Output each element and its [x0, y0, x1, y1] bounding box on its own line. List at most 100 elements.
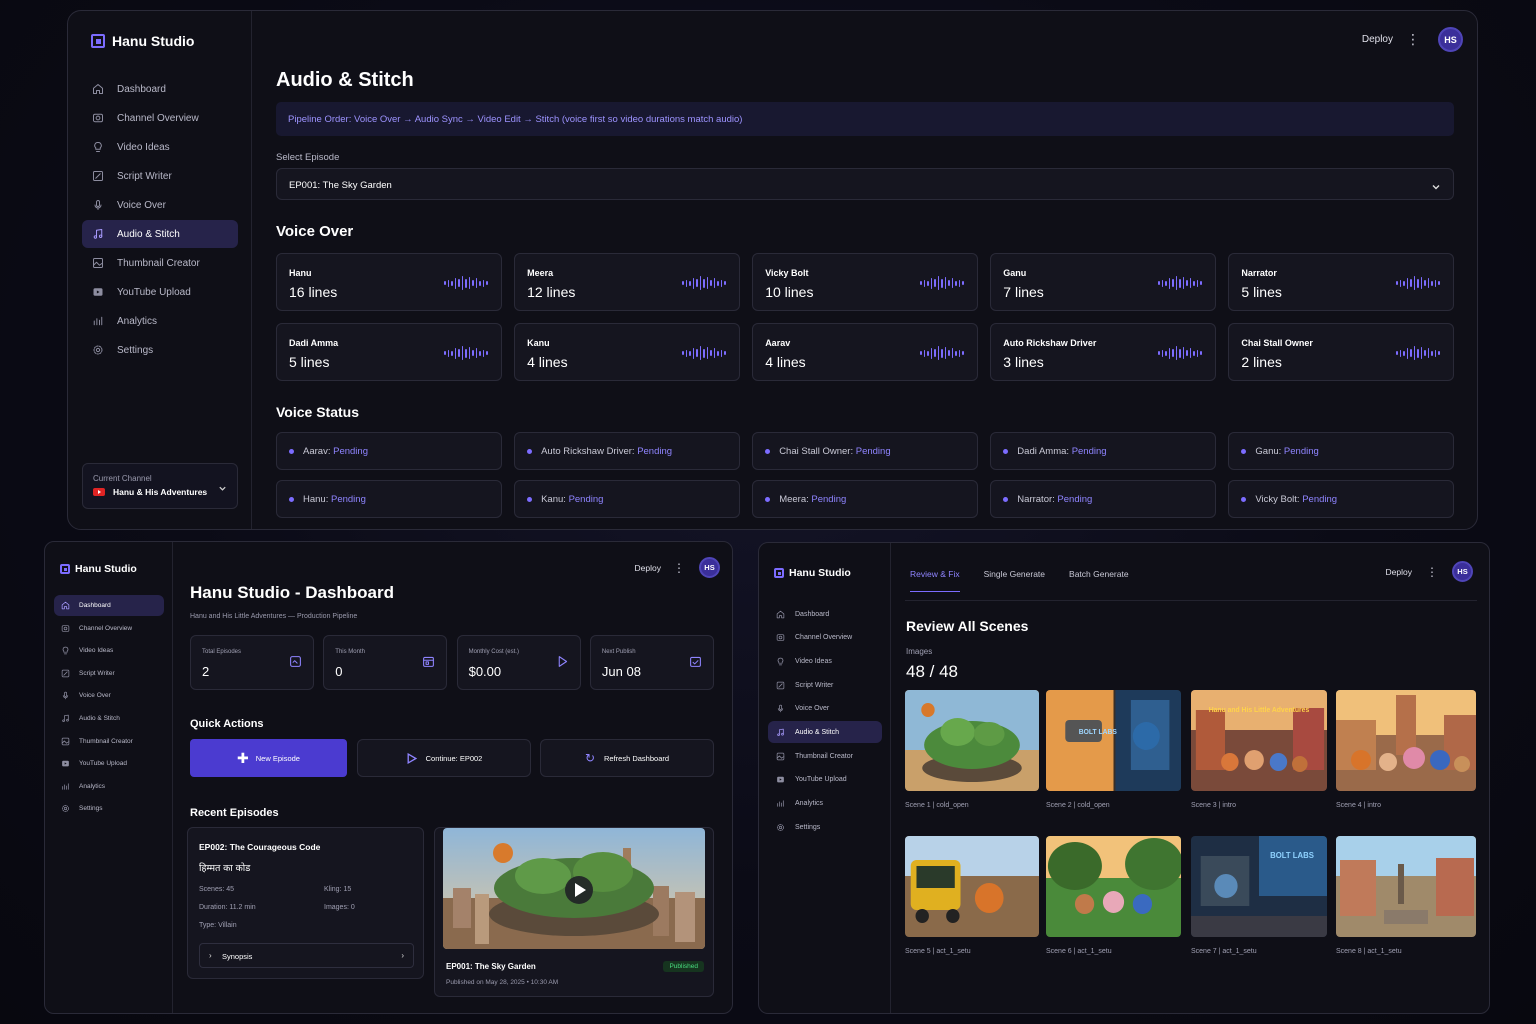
deploy-button[interactable]: Deploy [1386, 567, 1412, 577]
sidebar-item-thumbnail-creator[interactable]: Thumbnail Creator [768, 745, 882, 767]
sidebar-item-youtube-upload[interactable]: YouTube Upload [54, 753, 164, 774]
sidebar-item-label: Voice Over [117, 199, 166, 211]
refresh-dashboard-button[interactable]: ↻ Refresh Dashboard [540, 739, 714, 777]
sidebar-item-label: YouTube Upload [79, 760, 127, 768]
episode-duration: Duration: 11.2 min [199, 904, 256, 911]
sidebar-item-label: Audio & Stitch [79, 714, 120, 722]
waveform-icon [444, 345, 488, 361]
brand: Hanu Studio [60, 563, 137, 575]
more-options-icon[interactable]: ⋮ [673, 561, 685, 575]
sidebar-item-script-writer[interactable]: Script Writer [768, 674, 882, 696]
sidebar-item-dashboard[interactable]: Dashboard [768, 603, 882, 625]
chevron-down-icon [1431, 179, 1441, 197]
brand-logo-icon [60, 564, 70, 574]
voice-card[interactable]: Ganu 7 lines [990, 253, 1216, 311]
deploy-button[interactable]: Deploy [635, 563, 661, 573]
voice-card[interactable]: Auto Rickshaw Driver 3 lines [990, 323, 1216, 381]
avatar[interactable]: HS [699, 557, 720, 578]
sidebar-item-voice-over[interactable]: Voice Over [82, 191, 238, 219]
voice-card[interactable]: Meera 12 lines [514, 253, 740, 311]
stat-label: Monthly Cost (est.) [468, 649, 519, 655]
sidebar-item-video-ideas[interactable]: Video Ideas [82, 133, 238, 161]
scene-thumbnail[interactable] [1336, 836, 1476, 937]
sidebar-item-thumbnail-creator[interactable]: Thumbnail Creator [82, 249, 238, 277]
sidebar-item-settings[interactable]: Settings [54, 798, 164, 819]
sidebar-item-channel-overview[interactable]: Channel Overview [54, 618, 164, 639]
tab-batch-generate[interactable]: Batch Generate [1069, 569, 1129, 592]
voice-name: Chai Stall Owner [1241, 338, 1313, 348]
episode-hindi-title: हिम्मत का कोड [199, 863, 251, 874]
sidebar-item-youtube-upload[interactable]: YouTube Upload [82, 278, 238, 306]
episode-card-ep001[interactable]: EP001: The Sky Garden Published Publishe… [434, 827, 714, 997]
status-voice-name: Hanu: [303, 493, 329, 505]
scene-thumbnail[interactable] [905, 690, 1039, 791]
voice-card[interactable]: Dadi Amma 5 lines [276, 323, 502, 381]
scene-thumbnail[interactable] [1046, 836, 1181, 937]
current-channel-name: Hanu & His Adventures [113, 487, 208, 497]
sidebar-item-analytics[interactable]: Analytics [54, 776, 164, 797]
current-channel-selector[interactable]: Current Channel Hanu & His Adventures [82, 463, 238, 509]
sidebar-item-script-writer[interactable]: Script Writer [82, 162, 238, 190]
select-episode-label: Select Episode [276, 152, 340, 163]
sidebar-item-youtube-upload[interactable]: YouTube Upload [768, 769, 882, 791]
voice-card[interactable]: Chai Stall Owner 2 lines [1228, 323, 1454, 381]
sidebar-item-label: Thumbnail Creator [117, 257, 200, 269]
voice-card[interactable]: Narrator 5 lines [1228, 253, 1454, 311]
voice-card[interactable]: Vicky Bolt 10 lines [752, 253, 978, 311]
published-date: Published on May 28, 2025 • 10:30 AM [446, 979, 559, 986]
scene-thumbnail[interactable] [905, 836, 1039, 937]
refresh-icon: ↻ [584, 751, 595, 765]
synopsis-expander[interactable]: › Synopsis › [199, 943, 414, 968]
continue-episode-button[interactable]: Continue: EP002 [357, 739, 531, 777]
voice-status-card: Kanu: Pending [514, 480, 740, 518]
sidebar-item-audio-stitch[interactable]: Audio & Stitch [54, 708, 164, 729]
scene-thumbnail[interactable]: BOLT LABS [1191, 836, 1327, 937]
sidebar-item-settings[interactable]: Settings [82, 336, 238, 364]
sidebar-item-thumbnail-creator[interactable]: Thumbnail Creator [54, 731, 164, 752]
scene-thumbnail[interactable] [1336, 690, 1476, 791]
scene-thumbnail[interactable]: BOLT LABS [1046, 690, 1181, 791]
sidebar-item-settings[interactable]: Settings [768, 816, 882, 838]
voice-card[interactable]: Aarav 4 lines [752, 323, 978, 381]
voice-card[interactable]: Hanu 16 lines [276, 253, 502, 311]
avatar[interactable]: HS [1452, 561, 1473, 582]
sidebar-item-video-ideas[interactable]: Video Ideas [54, 640, 164, 661]
sidebar-item-voice-over[interactable]: Voice Over [54, 685, 164, 706]
recent-episodes-heading: Recent Episodes [190, 807, 279, 819]
status-dot [1003, 448, 1009, 454]
voice-card[interactable]: Kanu 4 lines [514, 323, 740, 381]
pencil-icon [61, 669, 70, 678]
chevron-down-icon [218, 480, 227, 498]
new-episode-button[interactable]: ✚ New Episode [190, 739, 347, 777]
voice-status-card: Meera: Pending [752, 480, 978, 518]
tab-single-generate[interactable]: Single Generate [984, 569, 1045, 592]
sidebar-item-channel-overview[interactable]: Channel Overview [82, 104, 238, 132]
tab-review-fix[interactable]: Review & Fix [910, 569, 960, 592]
episode-thumbnail[interactable] [443, 828, 705, 949]
more-options-icon[interactable]: ⋮ [1406, 31, 1420, 48]
sidebar-item-dashboard[interactable]: Dashboard [82, 75, 238, 103]
sidebar-item-audio-stitch[interactable]: Audio & Stitch [82, 220, 238, 248]
review-window: Hanu Studio Dashboard Channel Overview Vid… [758, 542, 1490, 1014]
stat-label: Total Episodes [202, 649, 242, 655]
sidebar-item-analytics[interactable]: Analytics [82, 307, 238, 335]
sidebar-item-video-ideas[interactable]: Video Ideas [768, 650, 882, 672]
sidebar-item-audio-stitch[interactable]: Audio & Stitch [768, 721, 882, 744]
bar-chart-icon [61, 782, 70, 791]
sidebar-item-script-writer[interactable]: Script Writer [54, 663, 164, 684]
sidebar-item-voice-over[interactable]: Voice Over [768, 698, 882, 720]
more-options-icon[interactable]: ⋮ [1426, 565, 1438, 579]
sidebar-item-channel-overview[interactable]: Channel Overview [768, 627, 882, 649]
sidebar-item-label: Video Ideas [117, 141, 170, 153]
episode-select[interactable]: EP001: The Sky Garden [276, 168, 1454, 200]
sidebar-item-analytics[interactable]: Analytics [768, 793, 882, 815]
music-icon [92, 228, 104, 240]
episode-card-ep002[interactable]: EP002: The Courageous Code हिम्मत का कोड… [187, 827, 424, 979]
avatar[interactable]: HS [1438, 27, 1463, 52]
status-dot [527, 496, 533, 502]
deploy-button[interactable]: Deploy [1362, 34, 1393, 45]
status-dot [765, 496, 771, 502]
sidebar-item-dashboard[interactable]: Dashboard [54, 595, 164, 616]
voice-status-card: Chai Stall Owner: Pending [752, 432, 978, 470]
scene-thumbnail[interactable]: Hanu and His Little Adventures [1191, 690, 1327, 791]
